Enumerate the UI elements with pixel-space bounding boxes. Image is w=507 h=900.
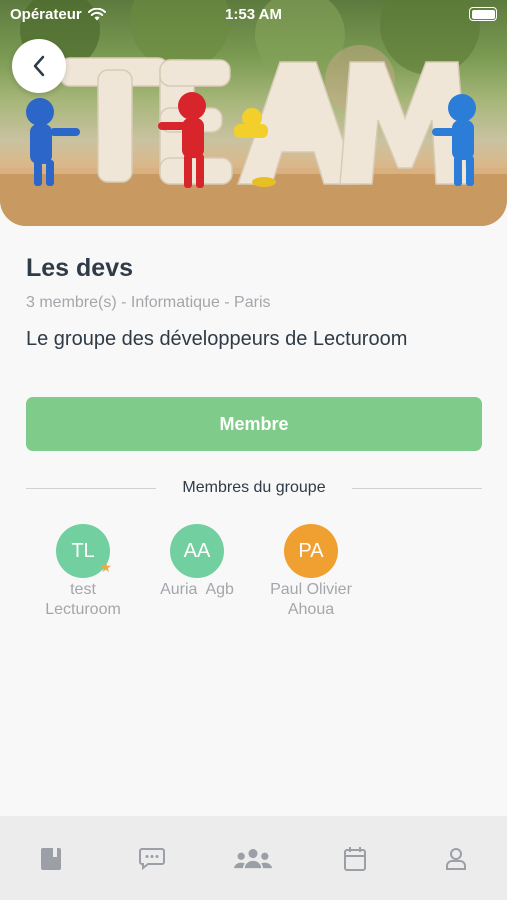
chevron-left-icon [33,55,45,77]
member-name-line2: Lecturoom [45,601,121,618]
calendar-icon [343,847,366,871]
membership-button[interactable]: Membre [26,397,482,451]
back-button[interactable] [12,39,66,93]
member-item[interactable]: PA Paul Olivier Ahoua [251,524,371,620]
profile-icon [446,848,467,870]
avatar-initials: AA [183,539,211,562]
divider-line [352,488,482,489]
member-name-line1: Auria Agb [160,581,234,598]
member-name-line1: test [70,581,96,598]
tab-messages[interactable] [132,842,172,876]
group-meta: 3 membre(s) - Informatique - Paris [26,294,271,311]
group-name: Les devs [26,254,134,282]
member-avatar: AA [170,524,224,578]
groups-icon [234,849,273,869]
tab-profile[interactable] [436,842,476,876]
member-name-line1: Paul Olivier [270,581,352,598]
member-avatar: PA [284,524,338,578]
book-icon [40,848,61,870]
member-avatar: TL ★ [56,524,112,578]
tab-library[interactable] [31,842,71,876]
member-name-line2: Ahoua [287,601,335,618]
member-item[interactable]: AA Auria Agb [137,524,257,600]
chat-icon [139,848,166,871]
avatar-initials: PA [298,539,324,562]
tab-groups[interactable] [233,842,273,876]
membership-button-label: Membre [219,413,289,434]
member-item[interactable]: TL ★ test Lecturoom [23,524,143,620]
tab-bar [0,816,507,900]
avatar-initials: TL [71,539,95,562]
battery-icon [469,7,497,21]
status-time: 1:53 AM [225,6,282,23]
group-description: Le groupe des développeurs de Lecturoom [26,328,408,350]
tab-calendar[interactable] [335,842,375,876]
members-divider: Membres du groupe [26,478,482,498]
admin-star-icon: ★ [99,559,112,575]
group-cover-image [0,0,507,226]
status-bar: Opérateur 1:53 AM [0,0,507,30]
